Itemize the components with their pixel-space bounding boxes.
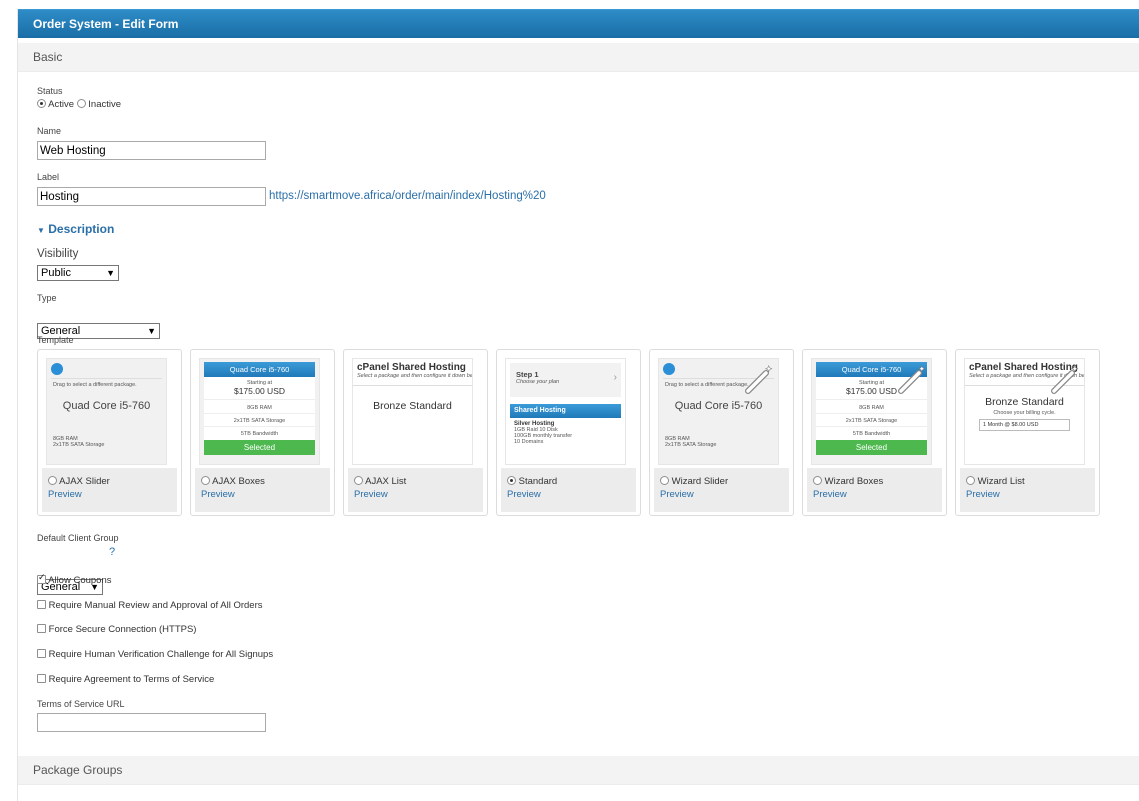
template-footer: AJAX Slider Preview (42, 468, 177, 512)
template-card-wizard-list[interactable]: cPanel Shared Hosting Select a package a… (955, 349, 1100, 516)
force-https-checkbox[interactable] (37, 624, 46, 633)
svg-text:✦: ✦ (918, 364, 926, 374)
option-label: Require Agreement to Terms of Service (48, 674, 215, 685)
label-input[interactable] (37, 187, 266, 206)
template-radio[interactable] (660, 476, 669, 485)
status-inactive-label: Inactive (88, 99, 122, 110)
template-preview-link[interactable]: Preview (201, 489, 330, 500)
template-name: AJAX List (365, 476, 407, 487)
status-label: Status (37, 86, 63, 96)
template-preview-link[interactable]: Preview (813, 489, 942, 500)
template-thumbnail: Quad Core i5-760 Starting at $175.00 USD… (811, 358, 932, 465)
human-verification-checkbox[interactable] (37, 649, 46, 658)
template-thumbnail: Drag to select a different package. Quad… (658, 358, 779, 465)
template-thumbnail: Step 1 Choose your plan › Shared Hosting… (505, 358, 626, 465)
template-preview-link[interactable]: Preview (660, 489, 789, 500)
option-allow-coupons[interactable]: Allow Coupons (37, 572, 112, 586)
template-footer: Wizard Slider Preview (654, 468, 789, 512)
template-footer: Standard Preview (501, 468, 636, 512)
template-footer: AJAX Boxes Preview (195, 468, 330, 512)
name-label: Name (37, 126, 62, 136)
status-active-radio[interactable] (37, 99, 46, 108)
template-card-ajax-list[interactable]: cPanel Shared Hosting Select a package a… (343, 349, 488, 516)
template-card-ajax-slider[interactable]: Drag to select a different package. Quad… (37, 349, 182, 516)
template-name: Wizard Slider (671, 476, 729, 487)
template-name: Standard (518, 476, 558, 487)
template-footer: Wizard Boxes Preview (807, 468, 942, 512)
template-preview-link[interactable]: Preview (354, 489, 483, 500)
visibility-value: Public (41, 267, 71, 279)
template-name: Wizard List (977, 476, 1025, 487)
visibility-select[interactable]: Public ▼ (37, 265, 119, 281)
panel-title: Order System - Edit Form (18, 9, 1139, 38)
template-card-wizard-slider[interactable]: Drag to select a different package. Quad… (649, 349, 794, 516)
template-card-ajax-boxes[interactable]: Quad Core i5-760 Starting at $175.00 USD… (190, 349, 335, 516)
template-thumbnail: Quad Core i5-760 Starting at $175.00 USD… (199, 358, 320, 465)
type-label: Type (37, 293, 57, 303)
template-preview-link[interactable]: Preview (966, 489, 1095, 500)
description-toggle[interactable]: ▼ Description (37, 222, 114, 236)
tos-url-input[interactable] (37, 713, 266, 732)
template-thumbnail: cPanel Shared Hosting Select a package a… (964, 358, 1085, 465)
status-active-label: Active (48, 99, 74, 110)
option-human-verification[interactable]: Require Human Verification Challenge for… (37, 649, 273, 660)
template-thumbnail: Drag to select a different package. Quad… (46, 358, 167, 465)
template-footer: Wizard List Preview (960, 468, 1095, 512)
template-radio[interactable] (813, 476, 822, 485)
option-label: Allow Coupons (48, 575, 112, 586)
svg-text:✦: ✦ (765, 364, 773, 374)
dropdown-arrow-icon: ▼ (106, 268, 115, 278)
description-toggle-label: Description (48, 222, 115, 236)
allow-coupons-checkbox[interactable] (37, 572, 46, 584)
option-label: Require Human Verification Challenge for… (48, 649, 274, 660)
dropdown-arrow-icon: ▼ (147, 326, 156, 336)
help-icon[interactable]: ? (109, 546, 115, 558)
option-manual-review[interactable]: Require Manual Review and Approval of Al… (37, 600, 263, 611)
template-card-standard[interactable]: Step 1 Choose your plan › Shared Hosting… (496, 349, 641, 516)
template-thumbnail: cPanel Shared Hosting Select a package a… (352, 358, 473, 465)
label-label: Label (37, 172, 60, 182)
template-footer: AJAX List Preview (348, 468, 483, 512)
option-terms-agreement[interactable]: Require Agreement to Terms of Service (37, 674, 214, 685)
name-input[interactable] (37, 141, 266, 160)
template-radio[interactable] (354, 476, 363, 485)
order-form-url-link[interactable]: https://smartmove.africa/order/main/inde… (269, 190, 546, 202)
svg-text:✦: ✦ (1071, 364, 1079, 374)
status-inactive-radio[interactable] (76, 99, 86, 108)
section-package-groups[interactable]: Package Groups (18, 756, 1139, 785)
template-radio[interactable] (507, 476, 516, 485)
option-label: Require Manual Review and Approval of Al… (48, 600, 263, 611)
client-group-label: Default Client Group (37, 533, 119, 543)
caret-down-icon: ▼ (37, 226, 45, 235)
tos-url-label: Terms of Service URL (37, 699, 125, 709)
template-radio[interactable] (966, 476, 975, 485)
template-name: AJAX Slider (59, 476, 110, 487)
magic-wand-icon: ✦ (1051, 364, 1079, 394)
magic-wand-icon: ✦ (898, 364, 926, 394)
template-preview-link[interactable]: Preview (507, 489, 636, 500)
status-radio-group: Active Inactive (37, 99, 121, 110)
manual-review-checkbox[interactable] (37, 600, 46, 609)
template-name: AJAX Boxes (212, 476, 265, 487)
template-card-wizard-boxes[interactable]: Quad Core i5-760 Starting at $175.00 USD… (802, 349, 947, 516)
option-label: Force Secure Connection (HTTPS) (48, 624, 197, 635)
template-radio[interactable] (201, 476, 210, 485)
template-radio[interactable] (48, 476, 57, 485)
template-preview-link[interactable]: Preview (48, 489, 177, 500)
section-basic[interactable]: Basic (18, 43, 1139, 72)
option-force-https[interactable]: Force Secure Connection (HTTPS) (37, 624, 196, 635)
visibility-label: Visibility (37, 248, 79, 260)
template-name: Wizard Boxes (824, 476, 884, 487)
terms-agreement-checkbox[interactable] (37, 674, 46, 683)
magic-wand-icon: ✦ (745, 364, 773, 394)
template-label: Template (37, 335, 74, 345)
